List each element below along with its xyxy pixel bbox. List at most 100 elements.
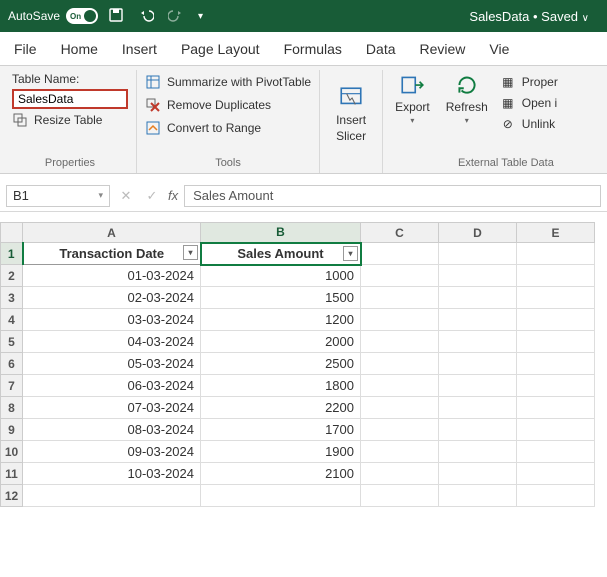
tab-insert[interactable]: Insert bbox=[122, 41, 157, 57]
row-header[interactable]: 8 bbox=[1, 397, 23, 419]
summarize-pivot-button[interactable]: Summarize with PivotTable bbox=[145, 74, 311, 90]
cell[interactable]: 04-03-2024 bbox=[23, 331, 201, 353]
tab-data[interactable]: Data bbox=[366, 41, 396, 57]
row-header[interactable]: 4 bbox=[1, 309, 23, 331]
convert-to-range-button[interactable]: Convert to Range bbox=[145, 120, 311, 136]
row-header[interactable]: 10 bbox=[1, 441, 23, 463]
cell[interactable]: 2100 bbox=[201, 463, 361, 485]
cell[interactable] bbox=[439, 397, 517, 419]
cell[interactable] bbox=[517, 375, 595, 397]
cell[interactable] bbox=[361, 397, 439, 419]
row-header[interactable]: 5 bbox=[1, 331, 23, 353]
tab-home[interactable]: Home bbox=[61, 41, 98, 57]
cell[interactable]: 1500 bbox=[201, 287, 361, 309]
row-header[interactable]: 3 bbox=[1, 287, 23, 309]
qat-more-icon[interactable]: ▾ bbox=[198, 11, 203, 22]
cell[interactable] bbox=[517, 485, 595, 507]
cell[interactable] bbox=[517, 309, 595, 331]
cell[interactable] bbox=[439, 463, 517, 485]
tab-review[interactable]: Review bbox=[420, 41, 466, 57]
cell[interactable] bbox=[439, 309, 517, 331]
table-header-cell[interactable]: Sales Amount ▾ bbox=[201, 243, 361, 265]
cell[interactable]: 01-03-2024 bbox=[23, 265, 201, 287]
export-button[interactable]: Export ▾ bbox=[391, 72, 434, 125]
filter-button[interactable]: ▾ bbox=[183, 245, 198, 260]
name-box[interactable]: B1 ▾ bbox=[6, 185, 110, 207]
cell[interactable]: 06-03-2024 bbox=[23, 375, 201, 397]
row-header[interactable]: 9 bbox=[1, 419, 23, 441]
autosave-control[interactable]: AutoSave On bbox=[8, 8, 98, 24]
cell[interactable] bbox=[439, 243, 517, 265]
resize-table-button[interactable]: Resize Table bbox=[12, 112, 128, 128]
row-header[interactable]: 1 bbox=[1, 243, 23, 265]
cell[interactable] bbox=[23, 485, 201, 507]
cell[interactable] bbox=[517, 287, 595, 309]
autosave-toggle[interactable]: On bbox=[66, 8, 98, 24]
cell[interactable] bbox=[361, 441, 439, 463]
table-header-cell[interactable]: Transaction Date ▾ bbox=[23, 243, 201, 265]
cell[interactable] bbox=[361, 331, 439, 353]
cell[interactable]: 05-03-2024 bbox=[23, 353, 201, 375]
cell[interactable] bbox=[361, 309, 439, 331]
insert-slicer-button[interactable]: Insert Slicer bbox=[332, 85, 370, 143]
cell[interactable]: 1000 bbox=[201, 265, 361, 287]
tab-page-layout[interactable]: Page Layout bbox=[181, 41, 260, 57]
refresh-button[interactable]: Refresh ▾ bbox=[442, 72, 492, 125]
cell[interactable] bbox=[517, 331, 595, 353]
cell[interactable] bbox=[361, 463, 439, 485]
row-header[interactable]: 7 bbox=[1, 375, 23, 397]
cell[interactable] bbox=[517, 463, 595, 485]
cell[interactable] bbox=[361, 485, 439, 507]
cell[interactable]: 2500 bbox=[201, 353, 361, 375]
row-header[interactable]: 2 bbox=[1, 265, 23, 287]
table-name-input[interactable] bbox=[12, 89, 128, 109]
cell[interactable] bbox=[439, 287, 517, 309]
cell[interactable]: 09-03-2024 bbox=[23, 441, 201, 463]
cell[interactable] bbox=[439, 485, 517, 507]
row-header[interactable]: 12 bbox=[1, 485, 23, 507]
cell[interactable] bbox=[361, 287, 439, 309]
cell[interactable]: 10-03-2024 bbox=[23, 463, 201, 485]
row-header[interactable]: 11 bbox=[1, 463, 23, 485]
cell[interactable] bbox=[517, 353, 595, 375]
cell[interactable]: 1200 bbox=[201, 309, 361, 331]
cell[interactable] bbox=[517, 397, 595, 419]
col-header-c[interactable]: C bbox=[361, 223, 439, 243]
cell[interactable] bbox=[517, 419, 595, 441]
tab-formulas[interactable]: Formulas bbox=[284, 41, 342, 57]
cell[interactable] bbox=[439, 419, 517, 441]
filter-button[interactable]: ▾ bbox=[343, 246, 358, 261]
row-header[interactable]: 6 bbox=[1, 353, 23, 375]
col-header-d[interactable]: D bbox=[439, 223, 517, 243]
remove-duplicates-button[interactable]: Remove Duplicates bbox=[145, 97, 311, 113]
formula-bar[interactable]: Sales Amount bbox=[184, 185, 601, 207]
cell[interactable]: 08-03-2024 bbox=[23, 419, 201, 441]
cell[interactable] bbox=[439, 353, 517, 375]
worksheet[interactable]: A B C D E 1 Transaction Date ▾ Sales Amo… bbox=[0, 222, 607, 507]
save-icon[interactable] bbox=[108, 7, 124, 26]
redo-icon[interactable] bbox=[168, 7, 184, 26]
cell[interactable] bbox=[517, 265, 595, 287]
cell[interactable]: 02-03-2024 bbox=[23, 287, 201, 309]
enter-formula-icon[interactable]: ✓ bbox=[142, 188, 162, 204]
col-header-a[interactable]: A bbox=[23, 223, 201, 243]
cell[interactable] bbox=[439, 265, 517, 287]
cell[interactable] bbox=[361, 265, 439, 287]
cell[interactable] bbox=[439, 331, 517, 353]
cell[interactable]: 2200 bbox=[201, 397, 361, 419]
cancel-formula-icon[interactable]: ✕ bbox=[116, 188, 136, 204]
tab-view[interactable]: Vie bbox=[489, 41, 509, 57]
cell[interactable] bbox=[361, 375, 439, 397]
col-header-e[interactable]: E bbox=[517, 223, 595, 243]
cell[interactable] bbox=[517, 243, 595, 265]
cell[interactable] bbox=[361, 419, 439, 441]
cell[interactable] bbox=[439, 441, 517, 463]
cell[interactable]: 1900 bbox=[201, 441, 361, 463]
cell[interactable] bbox=[517, 441, 595, 463]
col-header-b[interactable]: B bbox=[201, 223, 361, 243]
cell[interactable] bbox=[439, 375, 517, 397]
cell[interactable]: 03-03-2024 bbox=[23, 309, 201, 331]
tab-file[interactable]: File bbox=[14, 41, 37, 57]
select-all-corner[interactable] bbox=[1, 223, 23, 243]
fx-icon[interactable]: fx bbox=[168, 188, 178, 203]
